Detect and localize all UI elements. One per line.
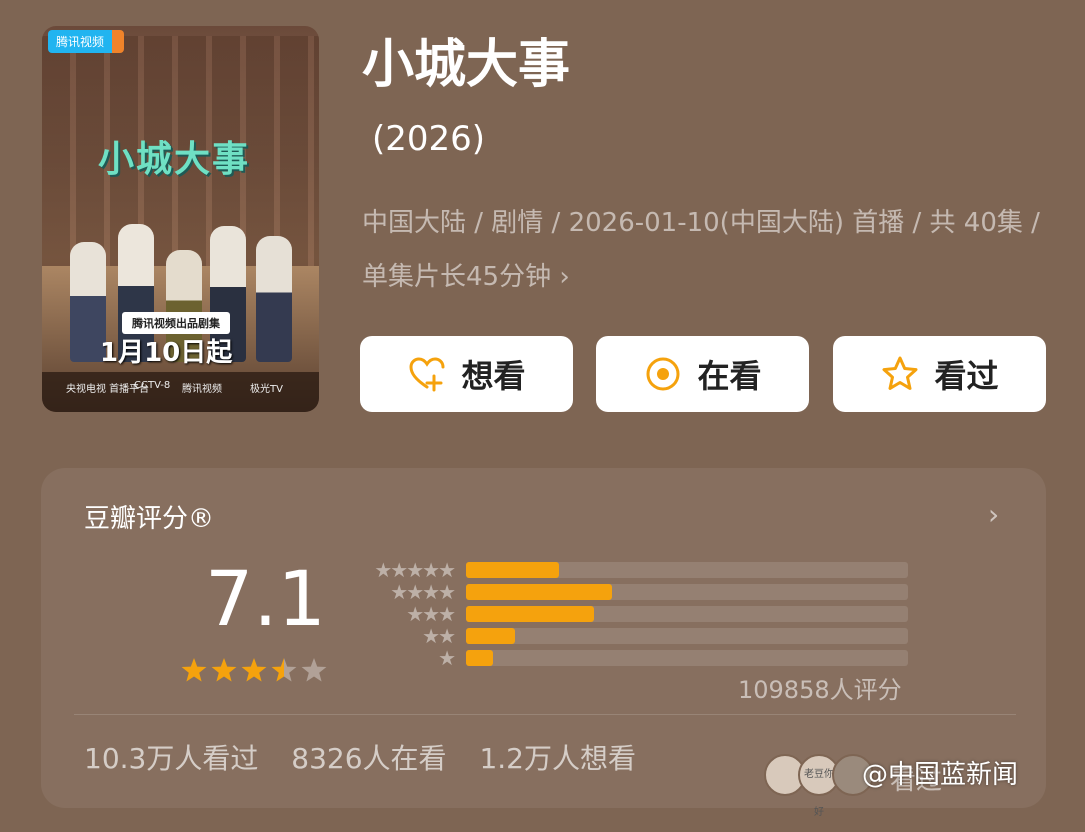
watching-button[interactable]: 在看 xyxy=(596,336,809,412)
bar-stars-icon: ★ xyxy=(438,646,456,670)
rating-bar-fill xyxy=(466,650,493,666)
rating-stars xyxy=(181,658,327,682)
divider xyxy=(74,714,1016,715)
watermark: @中国蓝新闻 xyxy=(862,760,1019,790)
rating-bar-row: ★★★★ xyxy=(354,580,914,604)
want-label: 想看 xyxy=(461,357,526,395)
poster-footer-platform: 腾讯视频 xyxy=(182,384,222,395)
rating-bar-row: ★★★★★ xyxy=(354,558,914,582)
poster-badge: 腾讯视频出品剧集 xyxy=(122,312,230,334)
poster-footer-mid: CCTV-8 xyxy=(134,380,171,391)
stat-want[interactable]: 1.2万人想看 xyxy=(479,742,636,775)
rating-bar-track xyxy=(466,562,908,578)
chevron-right-icon: › xyxy=(559,262,570,292)
stats-row: 10.3万人看过 8326人在看 1.2万人想看 xyxy=(84,737,660,777)
rating-bar-fill xyxy=(466,628,515,644)
poster-title: 小城大事 xyxy=(98,139,251,180)
heart-plus-icon xyxy=(409,357,445,392)
rating-bar-row: ★ xyxy=(354,646,914,670)
bar-stars-icon: ★★★★ xyxy=(390,580,456,604)
rating-bar-track xyxy=(466,584,908,600)
star-icon xyxy=(211,658,237,682)
star-outline-icon xyxy=(882,356,918,390)
rating-bar-fill xyxy=(466,606,594,622)
bar-stars-icon: ★★★★★ xyxy=(374,558,456,582)
rating-bar-track xyxy=(466,650,908,666)
rating-bar-row: ★★★ xyxy=(354,602,914,626)
release-year: (2026) xyxy=(372,119,486,159)
bar-stars-icon: ★★★ xyxy=(406,602,456,626)
stat-watched[interactable]: 10.3万人看过 xyxy=(84,742,258,775)
rating-bar-track xyxy=(466,606,908,622)
poster-logo: 腾讯视频 xyxy=(48,30,125,53)
rating-bar-row: ★★ xyxy=(354,624,914,648)
watched-label: 看过 xyxy=(934,357,999,395)
poster-image[interactable]: 腾讯视频 小城大事 腾讯视频出品剧集 1月10日起 央视电视 首播平台 CCTV… xyxy=(42,26,319,412)
target-icon xyxy=(646,357,680,391)
star-icon xyxy=(271,658,297,682)
meta-text: 中国大陆 / 剧情 / 2026-01-10(中国大陆) 首播 / 共 40集 … xyxy=(362,208,1040,292)
rating-bar-fill xyxy=(466,562,559,578)
meta-info[interactable]: 中国大陆 / 剧情 / 2026-01-10(中国大陆) 首播 / 共 40集 … xyxy=(362,196,1052,304)
rating-count: 109858人评分 xyxy=(738,676,902,704)
rating-score: 7.1 xyxy=(205,554,326,643)
star-icon xyxy=(181,658,207,682)
star-icon xyxy=(301,658,327,682)
poster-footer-right: 极光TV xyxy=(250,384,283,395)
page-title: 小城大事 xyxy=(362,35,571,95)
chevron-right-icon[interactable]: › xyxy=(988,498,999,531)
rating-title: 豆瓣评分® xyxy=(84,504,215,534)
rating-bar-fill xyxy=(466,584,612,600)
watching-label: 在看 xyxy=(697,357,762,395)
watched-button[interactable]: 看过 xyxy=(833,336,1046,412)
poster-date: 1月10日起 xyxy=(100,338,233,368)
want-button[interactable]: 想看 xyxy=(360,336,573,412)
bar-stars-icon: ★★ xyxy=(422,624,456,648)
stat-watching[interactable]: 8326人在看 xyxy=(291,742,446,775)
rating-bar-track xyxy=(466,628,908,644)
poster-footer: 央视电视 首播平台 CCTV-8 腾讯视频 极光TV xyxy=(42,372,319,412)
star-icon xyxy=(241,658,267,682)
